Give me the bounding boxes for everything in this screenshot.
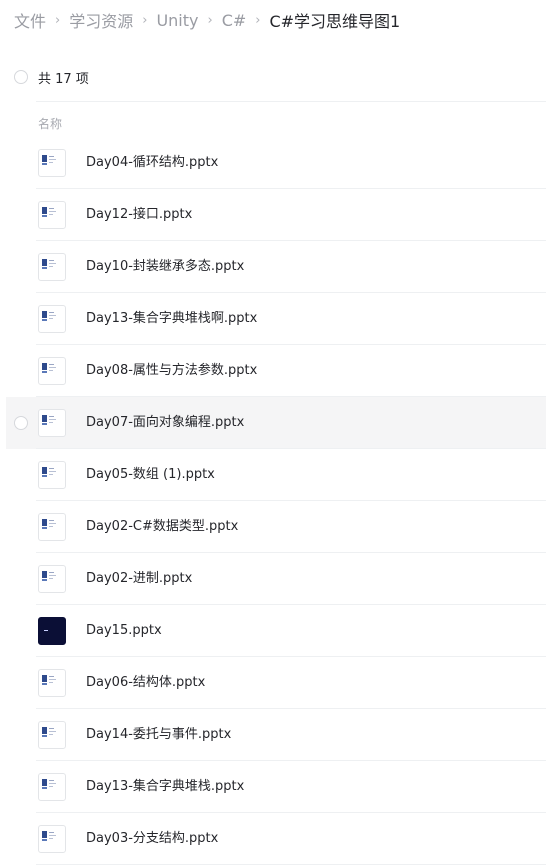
file-name: Day07-面向对象编程.pptx	[86, 415, 245, 430]
pptx-thumbnail-icon	[38, 409, 66, 437]
pptx-thumbnail-icon	[38, 669, 66, 697]
breadcrumb-item-learning-resources[interactable]: 学习资源	[69, 8, 133, 32]
file-name: Day04-循环结构.pptx	[86, 155, 219, 170]
select-all-checkbox[interactable]	[14, 70, 28, 84]
pptx-thumbnail-icon	[38, 513, 66, 541]
file-name: Day13-集合字典堆栈.pptx	[86, 779, 245, 794]
file-name: Day02-C#数据类型.pptx	[86, 519, 239, 534]
file-row[interactable]: Day12-接口.pptx	[0, 189, 546, 241]
pptx-thumbnail-icon	[38, 305, 66, 333]
file-list: Day04-循环结构.pptx Day12-接口.pptx Day10-封装继承多态…	[0, 137, 546, 865]
file-row[interactable]: Day03-分支结构.pptx	[0, 813, 546, 865]
file-name: Day12-接口.pptx	[86, 207, 193, 222]
row-checkbox[interactable]	[14, 416, 28, 430]
file-name: Day15.pptx	[86, 623, 162, 638]
breadcrumb-item-unity[interactable]: Unity	[156, 11, 198, 30]
item-count: 共 17 项	[38, 71, 89, 87]
file-row[interactable]: Day05-数组 (1).pptx	[0, 449, 546, 501]
file-row[interactable]: Day13-集合字典堆栈.pptx	[0, 761, 546, 813]
file-name: Day06-结构体.pptx	[86, 675, 206, 690]
pptx-thumbnail-icon	[38, 825, 66, 853]
file-row[interactable]: Day15.pptx	[0, 605, 546, 657]
select-all-row: 共 17 项	[14, 66, 89, 88]
file-name: Day03-分支结构.pptx	[86, 831, 219, 846]
pptx-thumbnail-icon	[38, 617, 66, 645]
column-header-name[interactable]: 名称	[38, 115, 62, 132]
pptx-thumbnail-icon	[38, 721, 66, 749]
pptx-thumbnail-icon	[38, 773, 66, 801]
breadcrumb-item-files[interactable]: 文件	[14, 8, 46, 32]
file-row[interactable]: Day02-进制.pptx	[0, 553, 546, 605]
breadcrumb-separator-icon: ›	[207, 12, 213, 28]
file-row[interactable]: Day04-循环结构.pptx	[0, 137, 546, 189]
file-name: Day08-属性与方法参数.pptx	[86, 363, 258, 378]
file-name: Day14-委托与事件.pptx	[86, 727, 232, 742]
breadcrumb: 文件 › 学习资源 › Unity › C# › C#学习思维导图1	[14, 8, 400, 32]
pptx-thumbnail-icon	[38, 149, 66, 177]
file-name: Day05-数组 (1).pptx	[86, 467, 215, 482]
file-row[interactable]: Day07-面向对象编程.pptx	[6, 397, 546, 449]
pptx-thumbnail-icon	[38, 357, 66, 385]
pptx-thumbnail-icon	[38, 461, 66, 489]
pptx-thumbnail-icon	[38, 253, 66, 281]
file-row[interactable]: Day08-属性与方法参数.pptx	[0, 345, 546, 397]
breadcrumb-current-folder: C#学习思维导图1	[269, 12, 401, 31]
file-row[interactable]: Day10-封装继承多态.pptx	[0, 241, 546, 293]
file-row[interactable]: Day06-结构体.pptx	[0, 657, 546, 709]
divider	[36, 101, 546, 102]
file-row[interactable]: Day14-委托与事件.pptx	[0, 709, 546, 761]
pptx-thumbnail-icon	[38, 565, 66, 593]
breadcrumb-separator-icon: ›	[255, 12, 261, 28]
file-name: Day02-进制.pptx	[86, 571, 193, 586]
file-row[interactable]: Day13-集合字典堆栈啊.pptx	[0, 293, 546, 345]
file-row[interactable]: Day02-C#数据类型.pptx	[0, 501, 546, 553]
breadcrumb-separator-icon: ›	[142, 12, 148, 28]
breadcrumb-separator-icon: ›	[55, 12, 61, 28]
file-name: Day10-封装继承多态.pptx	[86, 259, 245, 274]
pptx-thumbnail-icon	[38, 201, 66, 229]
file-name: Day13-集合字典堆栈啊.pptx	[86, 311, 258, 326]
breadcrumb-item-csharp[interactable]: C#	[222, 11, 247, 30]
